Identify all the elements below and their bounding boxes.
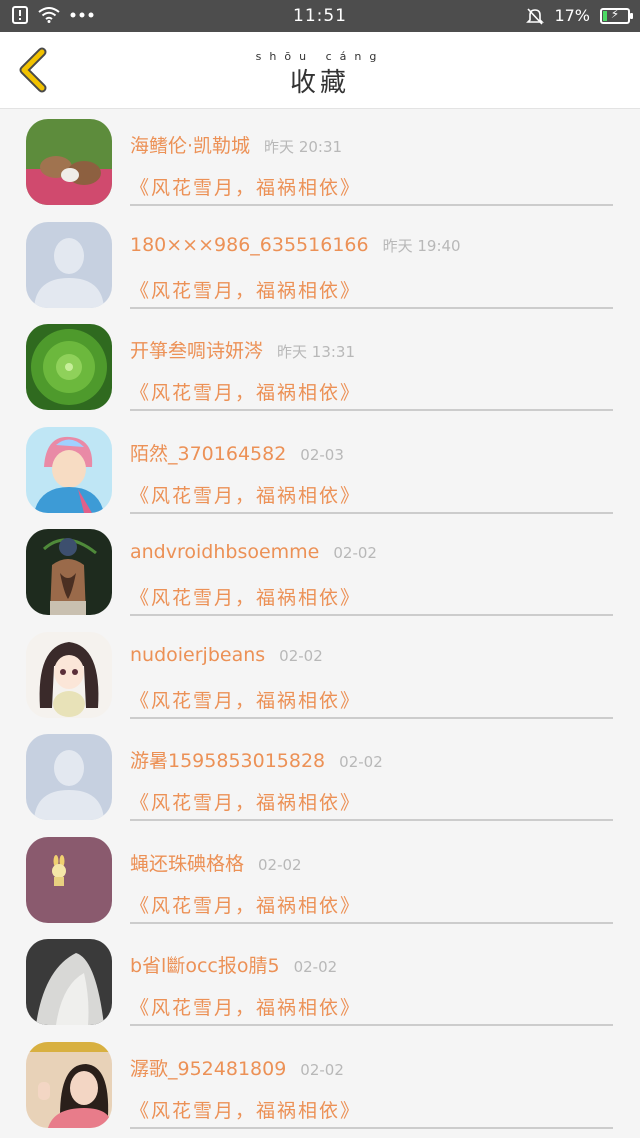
- small-figure-icon: [26, 836, 112, 923]
- cactus-photo-icon: [26, 324, 112, 410]
- message-preview: 《风花雪月，福祸相依》: [130, 689, 362, 712]
- row-content: b省l斷occ报o腈5 02-02 《风花雪月，福祸相依》: [130, 929, 613, 1026]
- default-user-icon: [26, 221, 112, 308]
- message-preview: 《风花雪月，福祸相依》: [130, 792, 362, 814]
- avatar[interactable]: [26, 631, 112, 718]
- status-bar: 11:51 17% ⚡: [0, 0, 640, 32]
- favorite-row[interactable]: 海鳍伦·凯勒城 昨天 20:31 《风花雪月，福祸相依》: [0, 109, 640, 212]
- message-preview: 《风花雪月，福祸相依》: [130, 894, 362, 917]
- contact-name: 潺歌_952481809: [130, 1057, 287, 1080]
- contact-name: andvroidhbsoemme: [130, 541, 320, 563]
- message-preview: 《风花雪月，福祸相依》: [130, 382, 362, 404]
- header: shōu cáng 收藏: [0, 32, 640, 109]
- timestamp: 02-02: [333, 544, 377, 562]
- contact-name: 蝇还珠碘格格: [130, 852, 245, 875]
- timestamp: 昨天 20:31: [264, 138, 343, 156]
- message-preview: 《风花雪月，福祸相依》: [130, 1099, 362, 1122]
- favorite-row[interactable]: b省l斷occ报o腈5 02-02 《风花雪月，福祸相依》: [0, 929, 640, 1032]
- timestamp: 02-03: [300, 445, 344, 464]
- row-content: 开箏叁啁诗妍涔 昨天 13:31 《风花雪月，福祸相依》: [130, 314, 613, 411]
- status-right-icons: 17% ⚡: [526, 6, 633, 25]
- avatar[interactable]: [26, 1041, 112, 1128]
- contact-name: 180×××986_635516166: [130, 233, 369, 256]
- timestamp: 昨天 19:40: [382, 236, 461, 255]
- favorite-row[interactable]: 潺歌_952481809 02-02 《风花雪月，福祸相依》: [0, 1032, 640, 1135]
- avatar[interactable]: [26, 529, 112, 615]
- avatar[interactable]: [26, 734, 112, 820]
- row-content: 游暑1595853015828 02-02 《风花雪月，福祸相依》: [130, 724, 613, 821]
- battery-icon: ⚡: [600, 6, 633, 24]
- row-content: 潺歌_952481809 02-02 《风花雪月，福祸相依》: [130, 1032, 613, 1129]
- row-content: andvroidhbsoemme 02-02 《风花雪月，福祸相依》: [130, 519, 613, 616]
- contact-name: b省l斷occ报o腈5: [130, 955, 280, 977]
- contact-name: 开箏叁啁诗妍涔: [130, 340, 264, 362]
- favorite-row[interactable]: nudoierjbeans 02-02 《风花雪月，福祸相依》: [0, 622, 640, 725]
- row-content: 180×××986_635516166 昨天 19:40 《风花雪月，福祸相依》: [130, 212, 613, 309]
- avatar[interactable]: [26, 119, 112, 205]
- white-sculpture-icon: [26, 939, 112, 1025]
- timestamp: 02-02: [258, 855, 302, 874]
- favorite-row[interactable]: 蝇还珠碘格格 02-02 《风花雪月，福祸相依》: [0, 827, 640, 930]
- row-content: nudoierjbeans 02-02 《风花雪月，福祸相依》: [130, 622, 613, 719]
- message-preview: 《风花雪月，福祸相依》: [130, 177, 362, 199]
- row-content: 海鳍伦·凯勒城 昨天 20:31 《风花雪月，福祸相依》: [130, 109, 613, 206]
- favorite-row[interactable]: 游暑1595853015828 02-02 《风花雪月，福祸相依》: [0, 724, 640, 827]
- rabbits-photo-icon: [26, 119, 112, 205]
- favorite-row[interactable]: 180×××986_635516166 昨天 19:40 《风花雪月，福祸相依》: [0, 212, 640, 315]
- row-content: 陌然_370164582 02-03 《风花雪月，福祸相依》: [130, 417, 613, 514]
- anime-boy-icon: [26, 426, 112, 513]
- anime-girl-icon: [26, 631, 112, 718]
- favorite-row[interactable]: andvroidhbsoemme 02-02 《风花雪月，福祸相依》: [0, 519, 640, 622]
- message-preview: 《风花雪月，福祸相依》: [130, 279, 362, 302]
- contact-name: nudoierjbeans: [130, 643, 266, 666]
- favorites-list: 海鳍伦·凯勒城 昨天 20:31 《风花雪月，福祸相依》 180×××986_6…: [0, 109, 640, 1134]
- avatar[interactable]: [26, 324, 112, 410]
- tattooed-back-icon: [26, 529, 112, 615]
- page-title: 收藏: [289, 68, 350, 98]
- message-preview: 《风花雪月，福祸相依》: [130, 587, 362, 609]
- favorite-row[interactable]: 陌然_370164582 02-03 《风花雪月，福祸相依》: [0, 417, 640, 520]
- avatar[interactable]: [26, 221, 112, 308]
- favorite-row[interactable]: 开箏叁啁诗妍涔 昨天 13:31 《风花雪月，福祸相依》: [0, 314, 640, 417]
- timestamp: 02-02: [279, 646, 323, 665]
- battery-percent: 17%: [554, 6, 590, 25]
- mute-bell-icon: [526, 7, 545, 25]
- avatar[interactable]: [26, 836, 112, 923]
- timestamp: 昨天 13:31: [277, 343, 356, 361]
- contact-name: 陌然_370164582: [130, 442, 287, 465]
- default-user-icon: [26, 734, 112, 820]
- contact-name: 游暑1595853015828: [130, 750, 326, 772]
- charging-icon: ⚡: [610, 6, 620, 21]
- avatar[interactable]: [26, 426, 112, 513]
- timestamp: 02-02: [293, 958, 338, 976]
- message-preview: 《风花雪月，福祸相依》: [130, 997, 362, 1019]
- contact-name: 海鳍伦·凯勒城: [130, 135, 251, 157]
- girl-photo-icon: [26, 1041, 112, 1128]
- timestamp: 02-02: [300, 1060, 344, 1079]
- message-preview: 《风花雪月，福祸相依》: [130, 484, 362, 507]
- row-content: 蝇还珠碘格格 02-02 《风花雪月，福祸相依》: [130, 827, 613, 924]
- avatar[interactable]: [26, 939, 112, 1025]
- timestamp: 02-02: [339, 753, 383, 771]
